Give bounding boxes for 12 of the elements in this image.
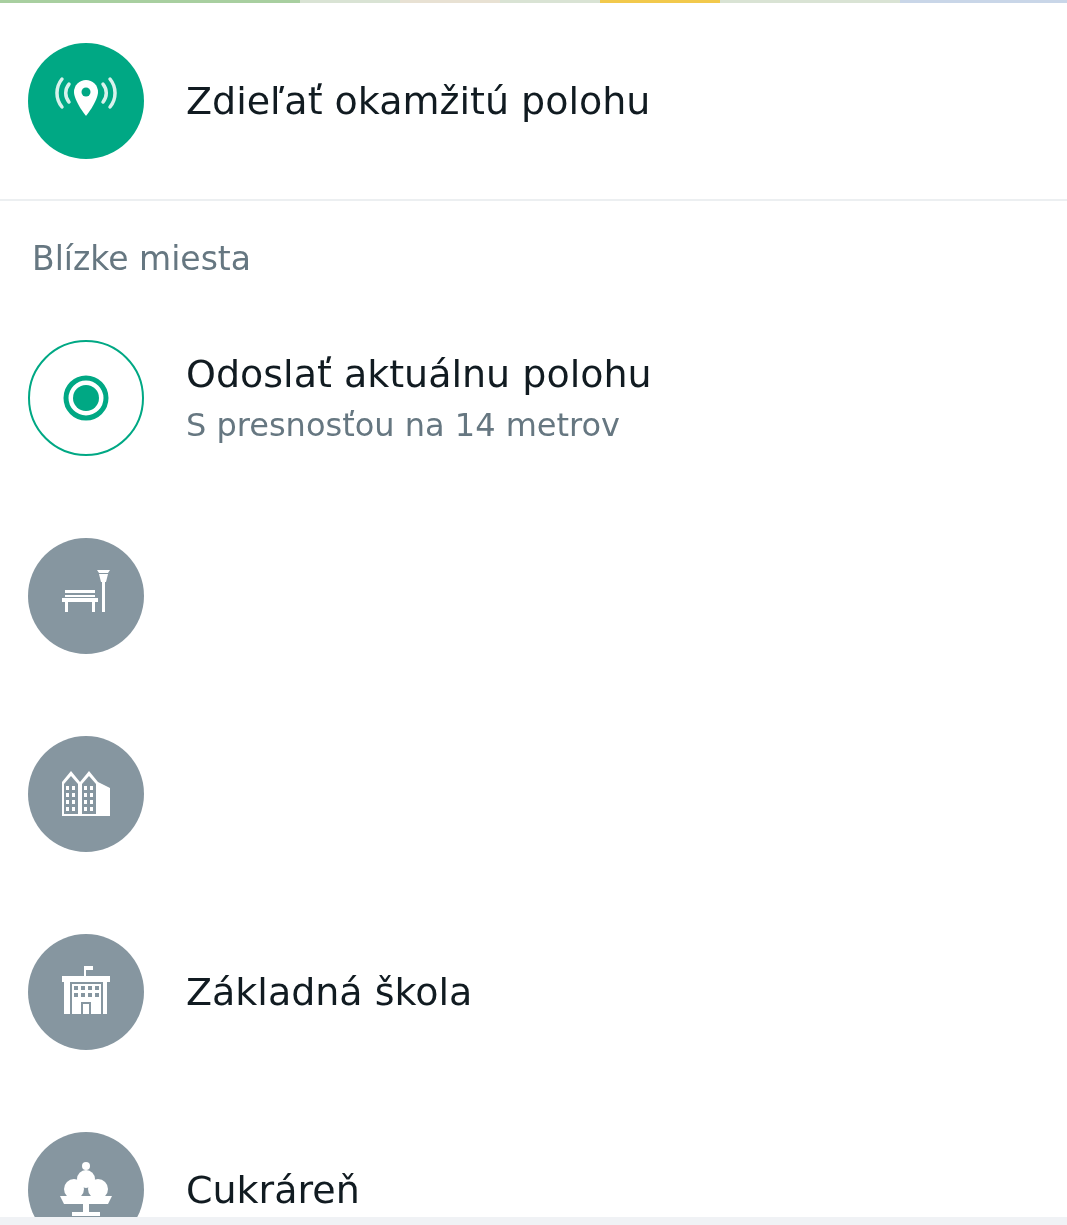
share-live-location-label: Zdieľať okamžitú polohu — [186, 79, 651, 123]
radio-dot-icon — [62, 374, 110, 422]
place-subtitle: S presnosťou na 14 metrov — [186, 406, 622, 444]
place-row[interactable]: Odoslať aktuálnu polohu S presnosťou na 14 metrov — [0, 299, 1067, 497]
ice-cream-icon — [58, 1162, 114, 1218]
place-title: Cukráreň — [186, 1168, 360, 1212]
section-title: Blízke miesta — [31, 238, 252, 280]
place-title: Odoslať aktuálnu polohu — [186, 352, 652, 396]
place-title: Základná škola — [186, 970, 473, 1014]
place-row[interactable]: Základná škola — [0, 893, 1067, 1091]
share-live-location-row[interactable]: Zdieľať okamžitú polohu — [0, 3, 1067, 201]
place-row[interactable]: Cukráreň — [0, 1091, 1067, 1225]
